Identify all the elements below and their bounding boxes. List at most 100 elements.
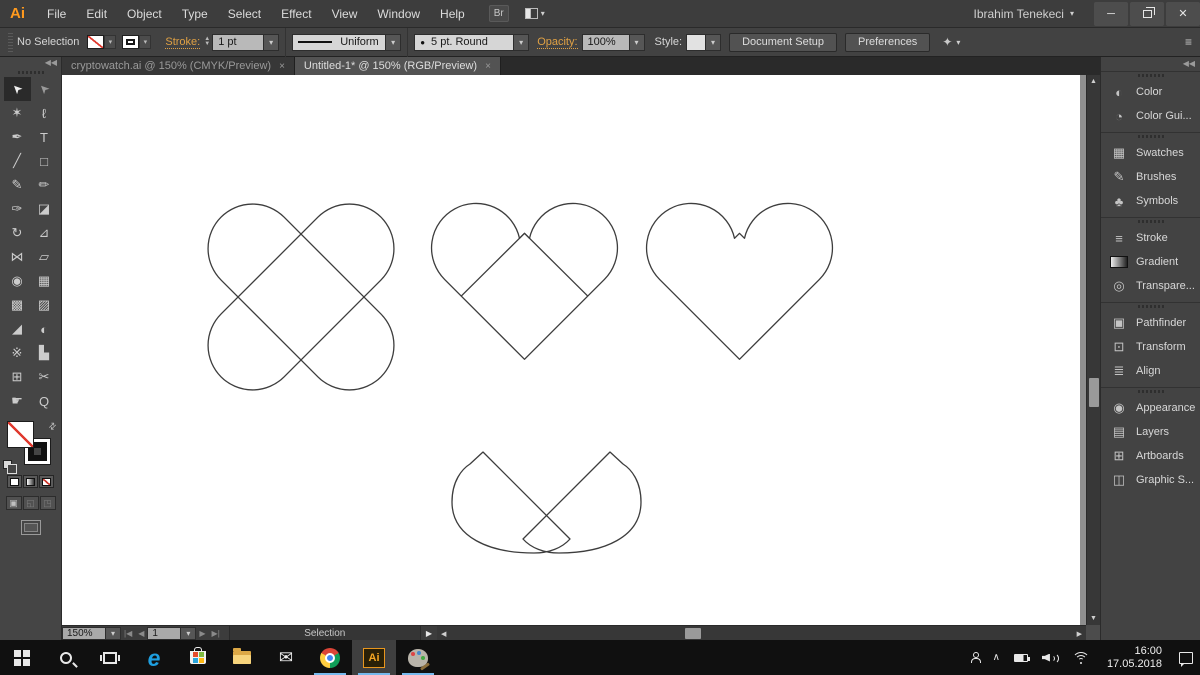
symbol-sprayer-tool[interactable]: ※	[4, 341, 31, 365]
panel-button-transparency[interactable]: ◎ Transpare...	[1101, 274, 1200, 298]
chrome-app-button[interactable]	[308, 640, 352, 675]
taskbar-search-button[interactable]	[44, 640, 88, 675]
stroke-swatch[interactable]	[122, 35, 140, 49]
default-fill-stroke-icon[interactable]	[2, 460, 17, 474]
scroll-left-icon[interactable]: ◀	[441, 630, 446, 638]
people-button[interactable]	[964, 640, 986, 675]
file-explorer-button[interactable]	[220, 640, 264, 675]
battery-status[interactable]	[1007, 640, 1035, 675]
vertical-scrollbar[interactable]: ▲ ▼	[1086, 75, 1100, 625]
zoom-level-field[interactable]: 150%	[62, 626, 106, 640]
close-button[interactable]: ✕	[1166, 1, 1200, 26]
panel-button-artboards[interactable]: ⊞ Artboards	[1101, 444, 1200, 468]
heart-with-guides[interactable]	[430, 202, 619, 360]
width-profile-dropdown[interactable]: ▾	[386, 33, 402, 51]
mesh-tool[interactable]: ▩	[4, 293, 31, 317]
perspective-grid-tool[interactable]: ▦	[31, 269, 58, 293]
restore-button[interactable]	[1130, 1, 1164, 26]
menu-edit[interactable]: Edit	[76, 0, 117, 28]
hand-tool[interactable]: ☛	[4, 389, 31, 413]
panel-button-layers[interactable]: ▤ Layers	[1101, 420, 1200, 444]
zoom-level-dropdown[interactable]: ▾	[106, 626, 121, 640]
tab-untitled-1[interactable]: Untitled-1* @ 150% (RGB/Preview) ×	[294, 57, 501, 75]
draw-behind-mode[interactable]: ◱	[22, 496, 39, 510]
workspace-switcher[interactable]: ▾	[524, 8, 545, 19]
paintbrush-tool[interactable]: ✎	[4, 173, 31, 197]
style-swatch[interactable]	[686, 33, 707, 51]
eraser-tool[interactable]: ◪	[31, 197, 58, 221]
status-readout[interactable]: Selection	[228, 625, 421, 641]
panel-button-brushes[interactable]: ✎ Brushes	[1101, 165, 1200, 189]
document-setup-button[interactable]: Document Setup	[729, 32, 837, 52]
stroke-weight-field[interactable]: 1 pt	[212, 33, 265, 51]
panel-drag-handle[interactable]	[1137, 135, 1164, 138]
gradient-tool[interactable]: ▨	[31, 293, 58, 317]
horizontal-scrollbar[interactable]: ◀ ▶	[437, 625, 1086, 640]
menu-type[interactable]: Type	[172, 0, 218, 28]
zoom-tool[interactable]: Q	[31, 389, 58, 413]
panel-button-align[interactable]: ≣ Align	[1101, 359, 1200, 383]
panel-button-transform[interactable]: ⊡ Transform	[1101, 335, 1200, 359]
free-transform-tool[interactable]: ▱	[31, 245, 58, 269]
opacity-dropdown[interactable]: ▾	[629, 33, 645, 51]
menu-select[interactable]: Select	[218, 0, 271, 28]
panel-drag-handle[interactable]	[1137, 305, 1164, 308]
capsule-rotated-neg45[interactable]	[190, 186, 413, 409]
fill-dropdown[interactable]: ▾	[104, 35, 117, 49]
menu-object[interactable]: Object	[117, 0, 172, 28]
panel-button-swatches[interactable]: ▦ Swatches	[1101, 141, 1200, 165]
rectangle-tool[interactable]: □	[31, 149, 58, 173]
user-account-menu[interactable]: Ibrahim Tenekeci ▾	[973, 7, 1074, 21]
artboard-tool[interactable]: ⊞	[4, 365, 31, 389]
edge-app-button[interactable]: e	[132, 640, 176, 675]
type-tool[interactable]: T	[31, 125, 58, 149]
volume-status[interactable]	[1035, 640, 1065, 675]
lasso-tool[interactable]: ℓ	[31, 101, 58, 125]
menu-effect[interactable]: Effect	[271, 0, 321, 28]
panel-drag-handle[interactable]	[17, 71, 44, 74]
stroke-dropdown[interactable]: ▾	[139, 35, 152, 49]
pencil-tool[interactable]: ✏	[31, 173, 58, 197]
brush-definition-dropdown[interactable]: ▾	[514, 33, 530, 51]
color-button[interactable]	[7, 475, 22, 488]
scale-tool[interactable]: ⊿	[31, 221, 58, 245]
stroke-weight-stepper[interactable]: ▲ ▼	[204, 36, 210, 47]
menu-view[interactable]: View	[322, 0, 368, 28]
clock[interactable]: 16:00 17.05.2018	[1097, 640, 1172, 675]
width-tool[interactable]: ⋈	[4, 245, 31, 269]
pen-tool[interactable]: ✒	[4, 125, 31, 149]
blob-brush-tool[interactable]: ✑	[4, 197, 31, 221]
close-icon[interactable]: ×	[485, 61, 491, 72]
select-similar-button[interactable]: ✦ ▾	[942, 35, 960, 49]
screen-mode-button[interactable]	[20, 520, 41, 535]
task-view-button[interactable]	[88, 640, 132, 675]
stroke-link[interactable]: Stroke:	[165, 36, 201, 49]
eyedropper-tool[interactable]: ◢	[4, 317, 31, 341]
expand-panels-icon[interactable]: ◀◀	[1101, 57, 1200, 71]
leftover-drop-right[interactable]	[522, 451, 642, 554]
shape-builder-tool[interactable]: ◉	[4, 269, 31, 293]
blend-tool[interactable]: ◐	[31, 317, 58, 341]
panel-button-color-guide[interactable]: ◔ Color Gui...	[1101, 104, 1200, 128]
panel-button-graphic-styles[interactable]: ◫ Graphic S...	[1101, 468, 1200, 492]
width-profile-field[interactable]: Uniform	[292, 33, 387, 51]
scroll-up-icon[interactable]: ▲	[1090, 78, 1097, 85]
close-icon[interactable]: ×	[279, 61, 285, 72]
bridge-button[interactable]: Br	[488, 5, 509, 22]
previous-artboard-icon[interactable]: ◀	[138, 629, 144, 638]
menu-help[interactable]: Help	[430, 0, 475, 28]
selection-tool[interactable]: ➤	[3, 77, 31, 101]
action-center-button[interactable]	[1172, 640, 1200, 675]
tab-cryptowatch[interactable]: cryptowatch.ai @ 150% (CMYK/Preview) ×	[62, 57, 295, 75]
preferences-button[interactable]: Preferences	[845, 32, 931, 52]
line-segment-tool[interactable]: ╱	[4, 149, 31, 173]
control-panel-menu-icon[interactable]: ≡	[1185, 35, 1192, 49]
artboard-dropdown[interactable]: ▾	[181, 626, 197, 640]
status-menu-icon[interactable]: ▶	[421, 629, 437, 638]
opacity-link[interactable]: Opacity:	[537, 36, 578, 49]
fill-color-none-indicator[interactable]	[6, 421, 34, 448]
first-artboard-icon[interactable]: |◀	[124, 629, 132, 638]
panel-button-symbols[interactable]: ♣ Symbols	[1101, 189, 1200, 213]
fill-swatch-none[interactable]	[87, 35, 105, 49]
paint-app-button[interactable]	[396, 640, 440, 675]
